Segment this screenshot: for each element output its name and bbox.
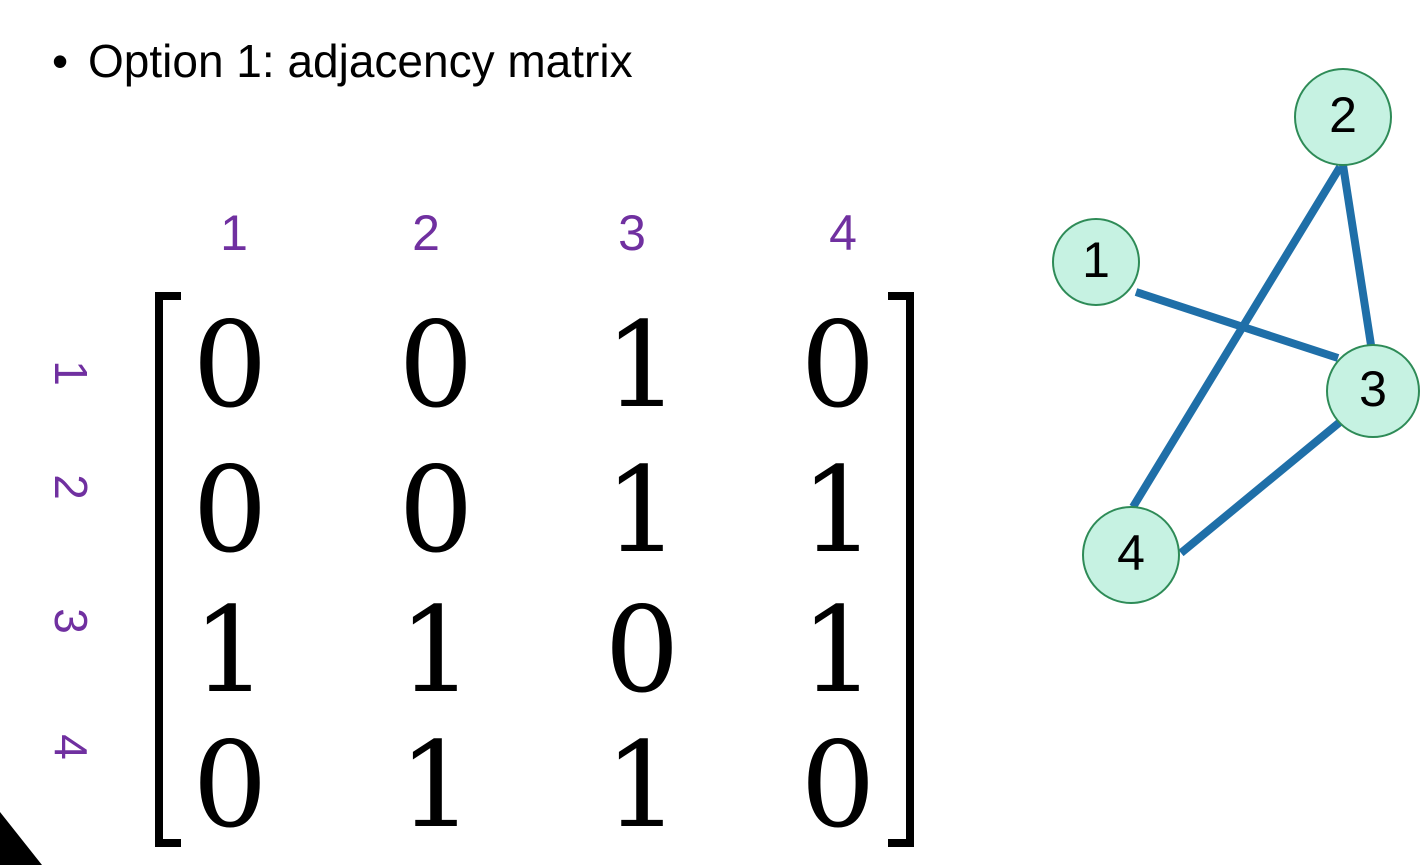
graph-node-2: 2 xyxy=(1294,68,1392,166)
graph-edge-2-4 xyxy=(1129,164,1344,510)
graph-edge-2-3 xyxy=(1339,164,1375,346)
graph-node-label: 2 xyxy=(1329,87,1357,143)
corner-arrow-icon xyxy=(0,812,42,865)
graph-edge-1-3 xyxy=(1134,288,1340,362)
graph-node-4: 4 xyxy=(1082,506,1180,604)
graph-node-1: 1 xyxy=(1052,218,1140,306)
graph-node-label: 3 xyxy=(1359,361,1387,417)
graph-edge-3-4 xyxy=(1178,418,1343,557)
graph-node-3: 3 xyxy=(1326,344,1420,438)
graph-node-label: 1 xyxy=(1082,232,1110,288)
graph-node-label: 4 xyxy=(1117,525,1145,581)
graph-edges xyxy=(1129,164,1375,557)
graph-diagram: 1 2 3 4 xyxy=(1052,68,1420,604)
